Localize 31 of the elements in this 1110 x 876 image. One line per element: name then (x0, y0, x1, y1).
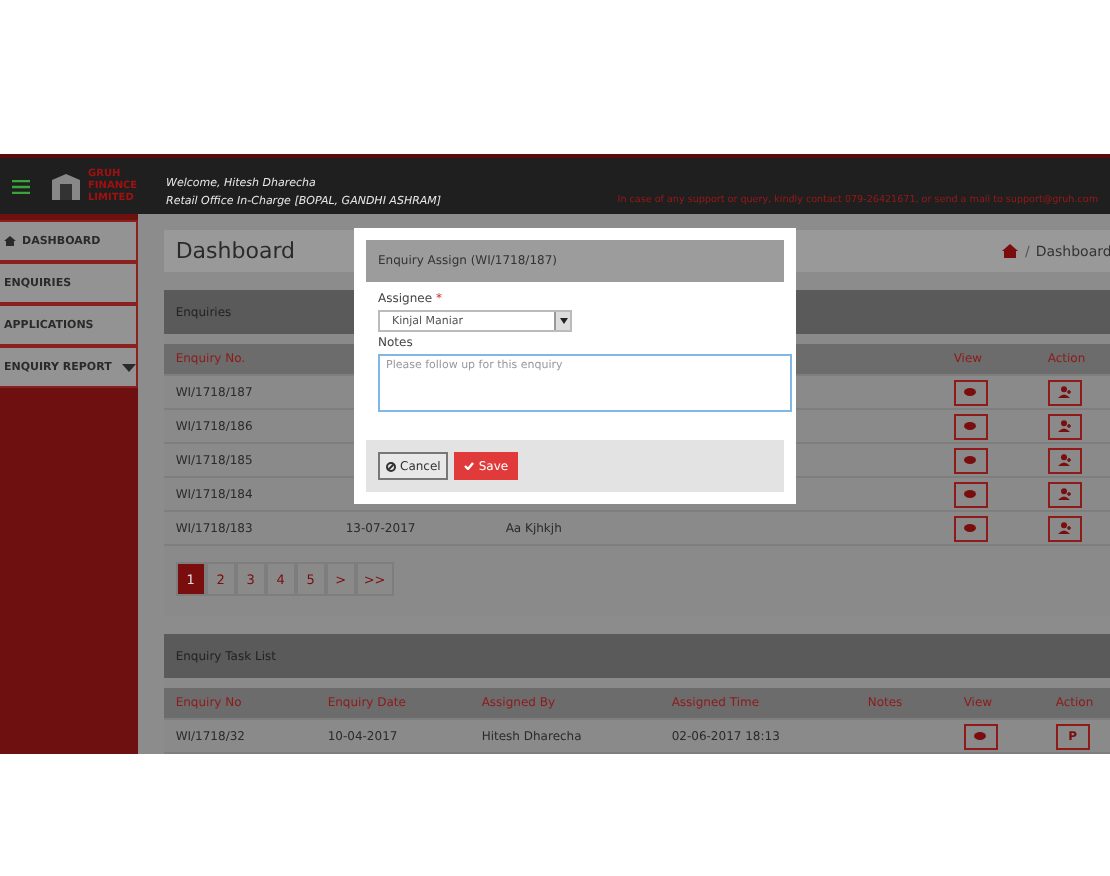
user-plus-icon (1057, 386, 1072, 398)
eye-icon (974, 732, 987, 740)
eye-icon (964, 456, 977, 464)
home-icon (4, 236, 16, 246)
caret-icon (559, 318, 567, 324)
assign-button[interactable] (1047, 481, 1082, 507)
house-logo-icon (50, 172, 82, 200)
view-button[interactable] (953, 447, 988, 473)
eye-icon (964, 524, 977, 532)
assign-button[interactable] (1047, 447, 1082, 473)
eye-icon (964, 388, 977, 396)
view-button[interactable] (953, 481, 988, 507)
ban-icon (386, 461, 396, 471)
user-plus-icon (1057, 488, 1072, 500)
assign-button[interactable] (1047, 413, 1082, 439)
user-plus-icon (1057, 522, 1072, 534)
assign-button[interactable] (1047, 379, 1082, 405)
check-icon (464, 462, 475, 470)
view-button[interactable] (963, 723, 998, 749)
assign-button[interactable] (1047, 515, 1082, 541)
caret-icon (121, 363, 136, 371)
view-button[interactable] (953, 515, 988, 541)
user-plus-icon (1057, 454, 1072, 466)
view-button[interactable] (953, 413, 988, 439)
page-title: Dashboard (175, 238, 296, 264)
menu-icon[interactable] (12, 179, 30, 193)
user-plus-icon (1057, 420, 1072, 432)
view-button[interactable] (953, 379, 988, 405)
home-icon[interactable] (1002, 244, 1019, 258)
eye-icon (964, 422, 977, 430)
eye-icon (964, 490, 977, 498)
